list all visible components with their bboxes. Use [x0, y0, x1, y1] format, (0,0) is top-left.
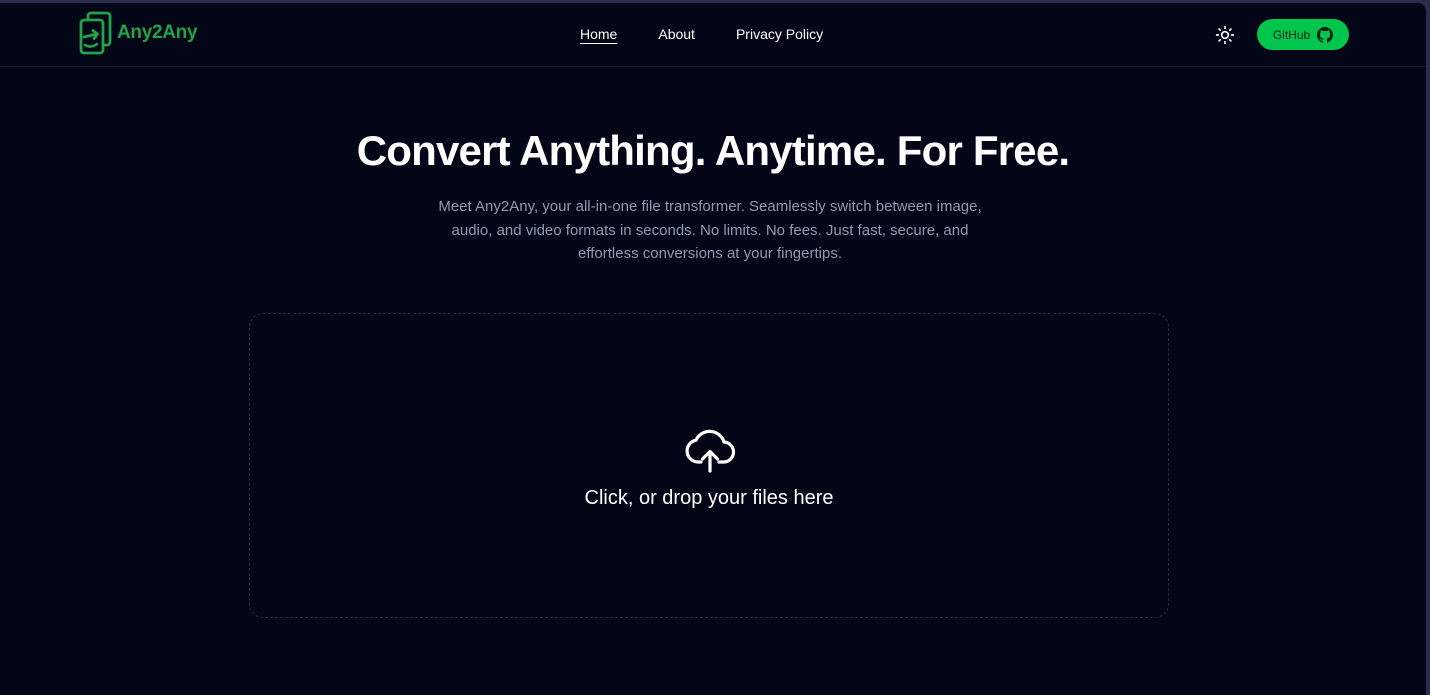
nav-link-home[interactable]: Home	[580, 25, 617, 43]
main-nav: Home About Privacy Policy	[580, 25, 864, 43]
nav-link-privacy-policy[interactable]: Privacy Policy	[736, 25, 823, 43]
github-icon	[1317, 26, 1334, 43]
sun-icon	[1215, 25, 1235, 45]
github-button[interactable]: GitHub	[1257, 19, 1349, 50]
brand-name: Any2Any	[117, 22, 198, 43]
cloud-upload-icon	[685, 429, 736, 473]
app-window: Any2Any Home About Privacy Policy GitHub…	[0, 3, 1426, 695]
navbar: Any2Any Home About Privacy Policy GitHub	[0, 3, 1426, 67]
dropzone-text: Click, or drop your files here	[584, 487, 834, 509]
github-button-label: GitHub	[1272, 27, 1311, 42]
hero-title: Convert Anything. Anytime. For Free.	[356, 127, 1070, 174]
hero-subtitle: Meet Any2Any, your all-in-one file trans…	[438, 198, 982, 262]
nav-link-about[interactable]: About	[658, 25, 695, 43]
logo-icon	[79, 11, 112, 55]
file-dropzone[interactable]: Click, or drop your files here	[249, 313, 1169, 618]
theme-toggle-button[interactable]	[1212, 22, 1238, 48]
logo-link[interactable]: Any2Any	[78, 9, 198, 57]
